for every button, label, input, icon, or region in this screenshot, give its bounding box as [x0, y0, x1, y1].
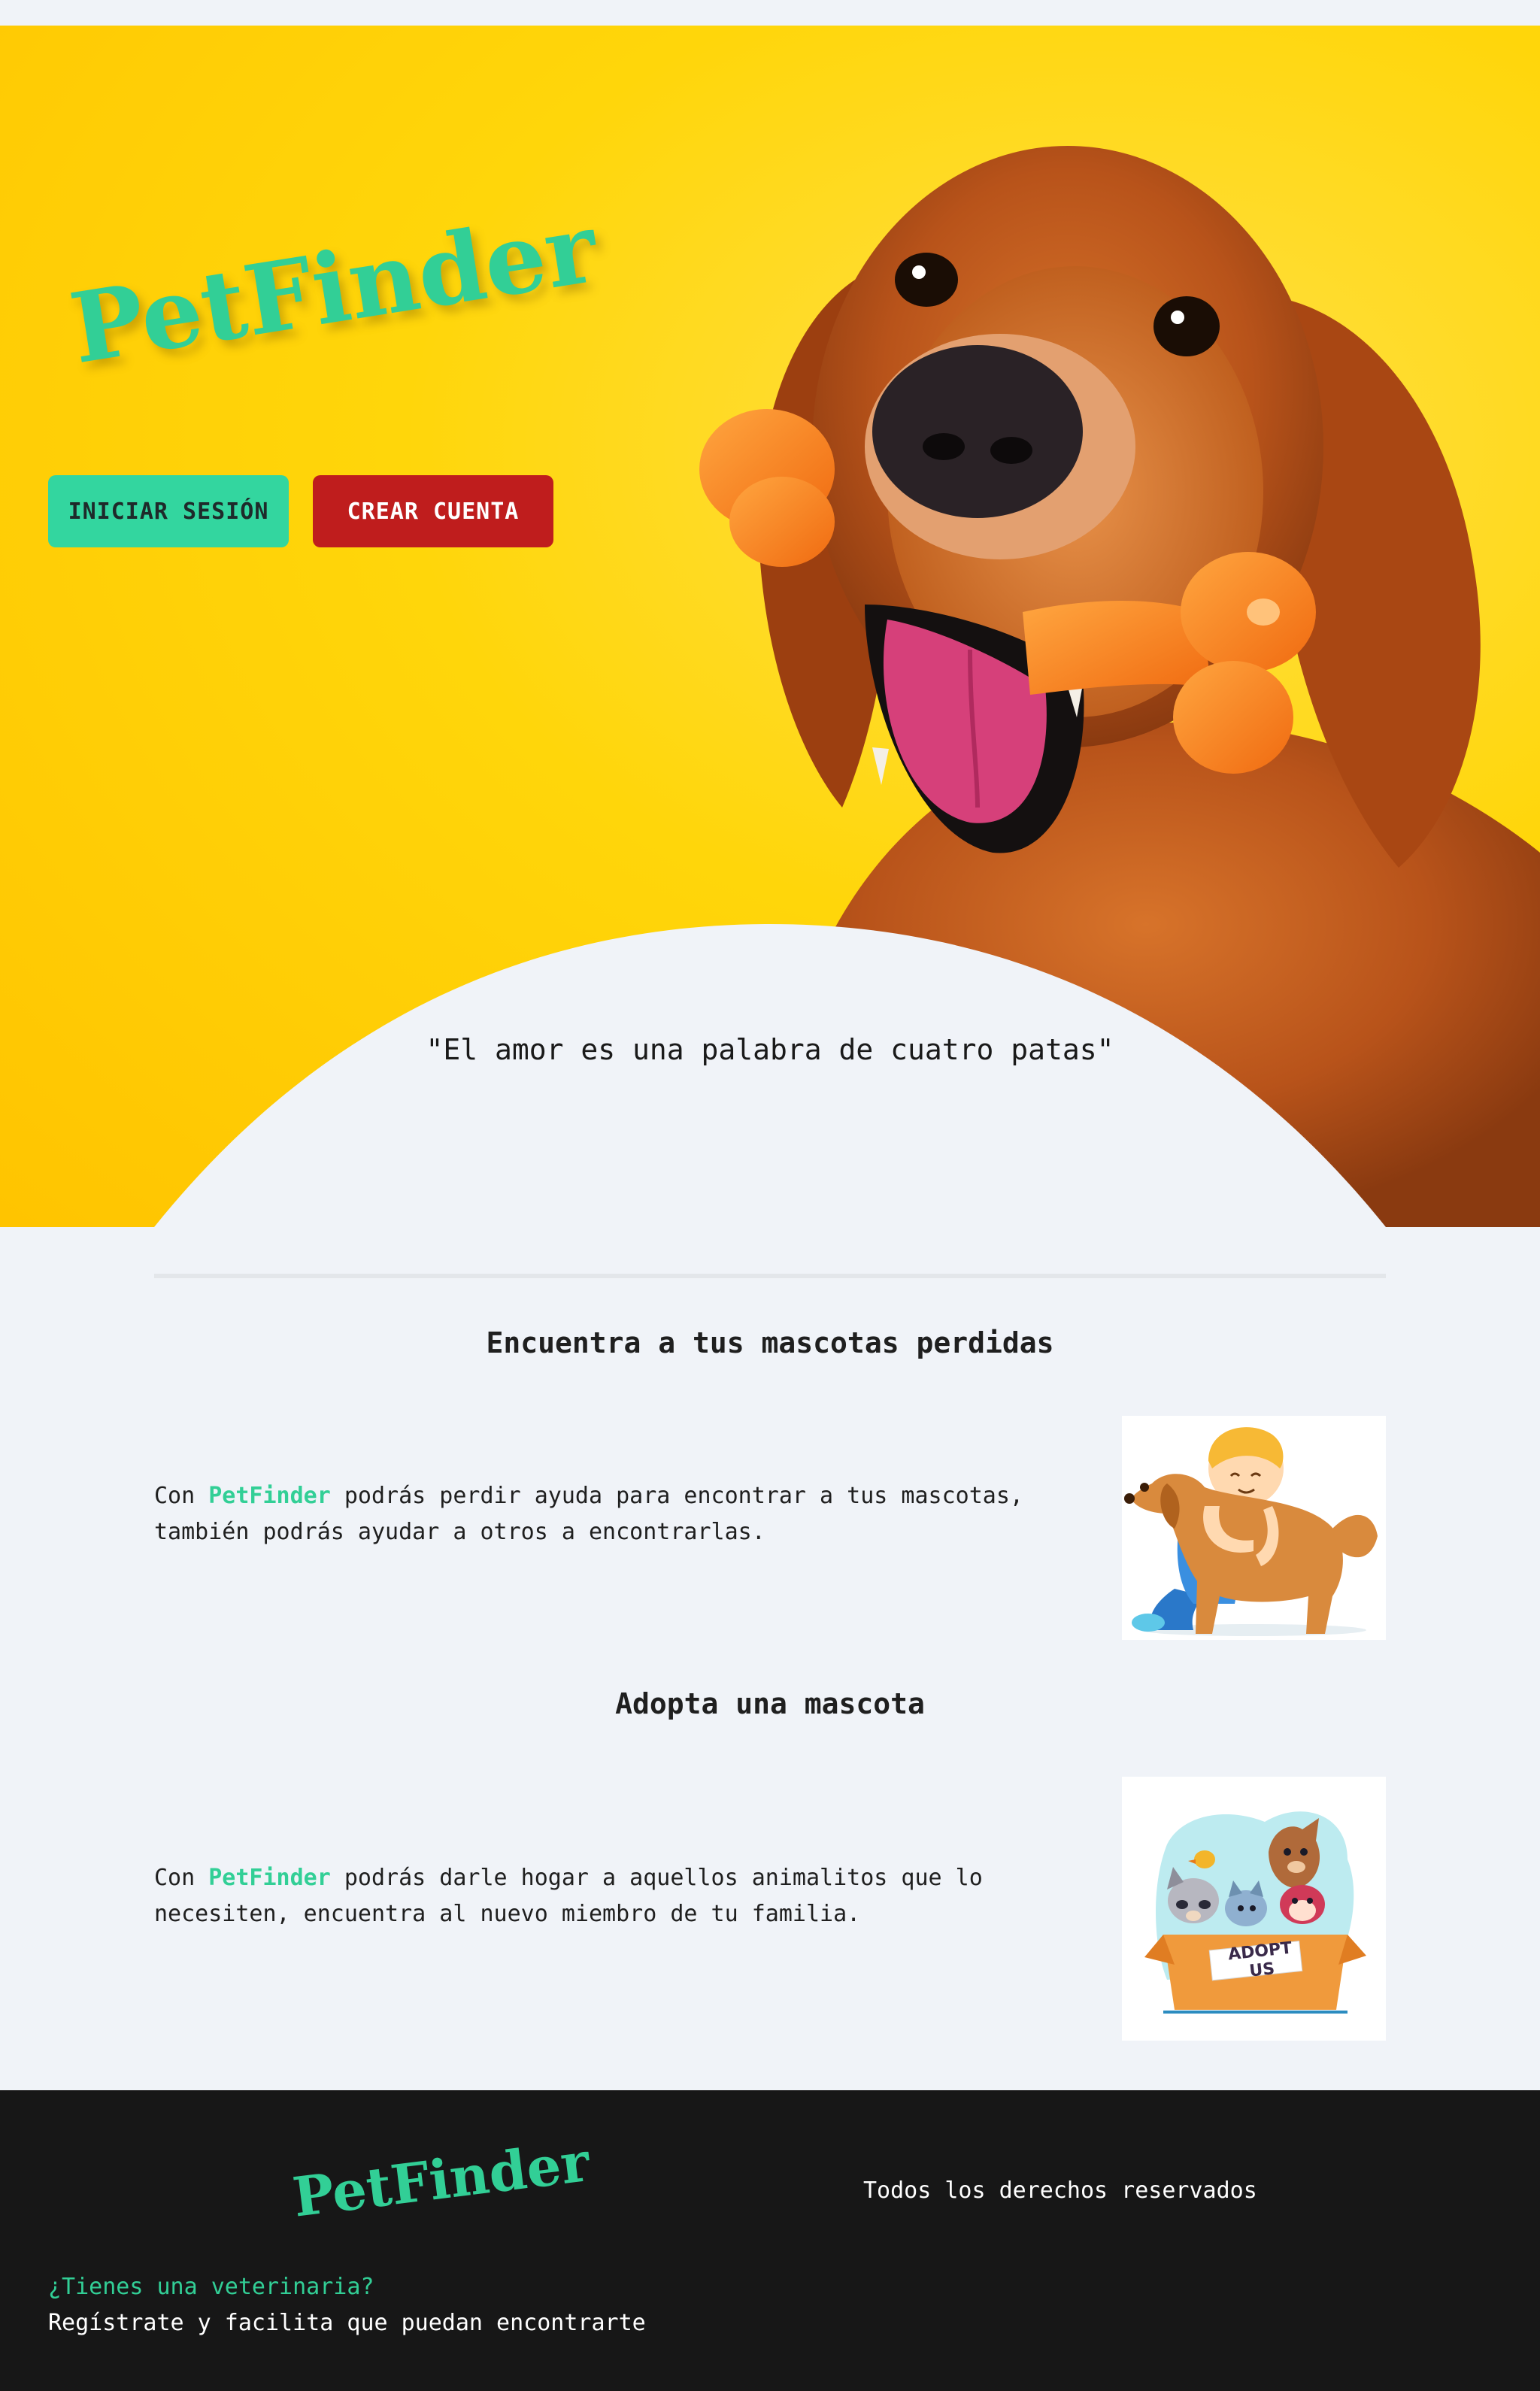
hero-banner: PetFinder INICIAR SESIÓN CREAR CUENTA "E…: [0, 26, 1540, 1227]
lost-pets-brand: PetFinder: [208, 1483, 331, 1509]
adopt-brand: PetFinder: [208, 1865, 331, 1891]
footer-copyright: Todos los derechos reservados: [863, 2177, 1257, 2204]
lost-pets-description: Con PetFinder podrás perdir ayuda para e…: [154, 1478, 1109, 1550]
site-footer: PetFinder Todos los derechos reservados …: [0, 2090, 1540, 2391]
vet-question-link[interactable]: ¿Tienes una veterinaria?: [48, 2274, 374, 2300]
lost-pets-title: Encuentra a tus mascotas perdidas: [486, 1326, 1054, 1359]
signup-button[interactable]: CREAR CUENTA: [313, 475, 553, 547]
vet-register-cta: Regístrate y facilita que puedan encontr…: [48, 2310, 646, 2336]
boy-hugging-dog-illustration-icon: [1122, 1416, 1386, 1640]
lost-pets-text-prefix: Con: [154, 1483, 209, 1509]
adopt-text-prefix: Con: [154, 1865, 209, 1891]
section-divider: [154, 1274, 1386, 1278]
adopt-box-illustration-icon: ADOPT US: [1122, 1777, 1386, 2041]
footer-brand-logo: PetFinder: [289, 2129, 593, 2229]
adopt-title: Adopta una mascota: [615, 1687, 925, 1720]
login-button[interactable]: INICIAR SESIÓN: [48, 475, 289, 547]
adopt-description: Con PetFinder podrás darle hogar a aquel…: [154, 1860, 1109, 1932]
hero-quote: "El amor es una palabra de cuatro patas": [426, 1033, 1114, 1066]
